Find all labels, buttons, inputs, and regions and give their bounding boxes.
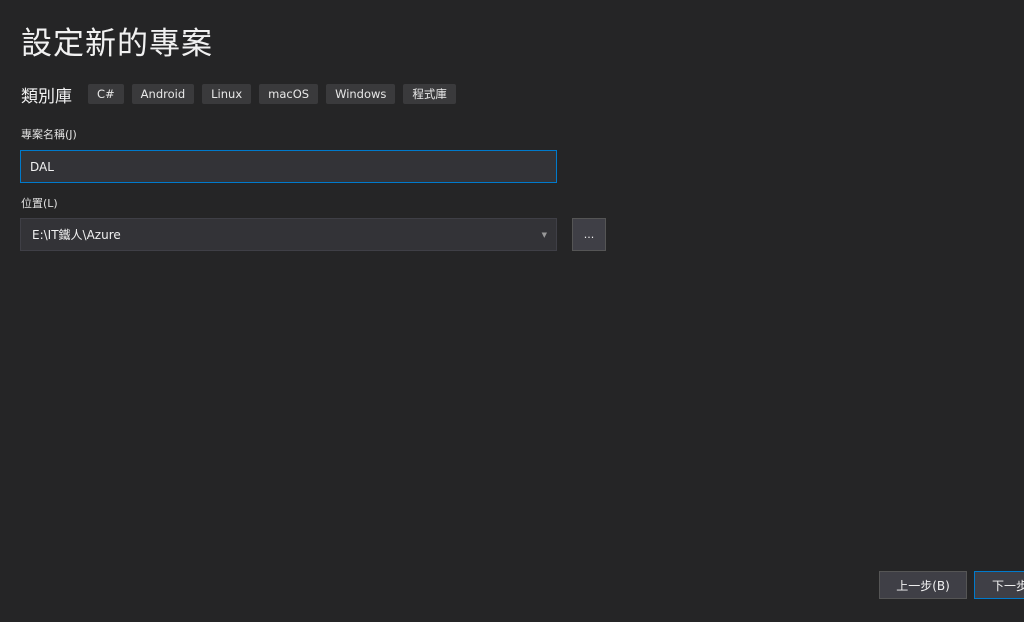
page-title: 設定新的專案 bbox=[21, 26, 213, 62]
tag-language: C# bbox=[88, 84, 124, 104]
configure-project-dialog: 設定新的專案 類別庫 C# Android Linux macOS Window… bbox=[0, 0, 1024, 622]
location-value: E:\IT鐵人\Azure bbox=[32, 228, 121, 242]
tag-platform-linux: Linux bbox=[202, 84, 252, 104]
chevron-down-icon[interactable]: ▼ bbox=[542, 231, 547, 239]
tag-project-type: 程式庫 bbox=[403, 84, 456, 104]
project-name-label: 專案名稱(J) bbox=[21, 128, 77, 141]
template-name: 類別庫 bbox=[21, 86, 72, 107]
project-name-input[interactable]: DAL bbox=[20, 150, 557, 183]
browse-button-label: ... bbox=[583, 228, 595, 241]
tag-platform-macos: macOS bbox=[259, 84, 319, 104]
next-button-label: 下一步 bbox=[992, 578, 1024, 593]
next-button[interactable]: 下一步 bbox=[974, 571, 1024, 599]
location-label: 位置(L) bbox=[21, 197, 58, 210]
location-combobox[interactable]: E:\IT鐵人\Azure ▼ bbox=[20, 218, 557, 251]
tag-platform-android: Android bbox=[131, 84, 195, 104]
back-button-label: 上一步(B) bbox=[896, 578, 950, 593]
back-button[interactable]: 上一步(B) bbox=[879, 571, 967, 599]
tag-platform-windows: Windows bbox=[326, 84, 396, 104]
template-summary: 類別庫 C# Android Linux macOS Windows 程式庫 bbox=[21, 83, 464, 107]
project-name-value: DAL bbox=[30, 159, 54, 174]
browse-button[interactable]: ... bbox=[572, 218, 606, 251]
